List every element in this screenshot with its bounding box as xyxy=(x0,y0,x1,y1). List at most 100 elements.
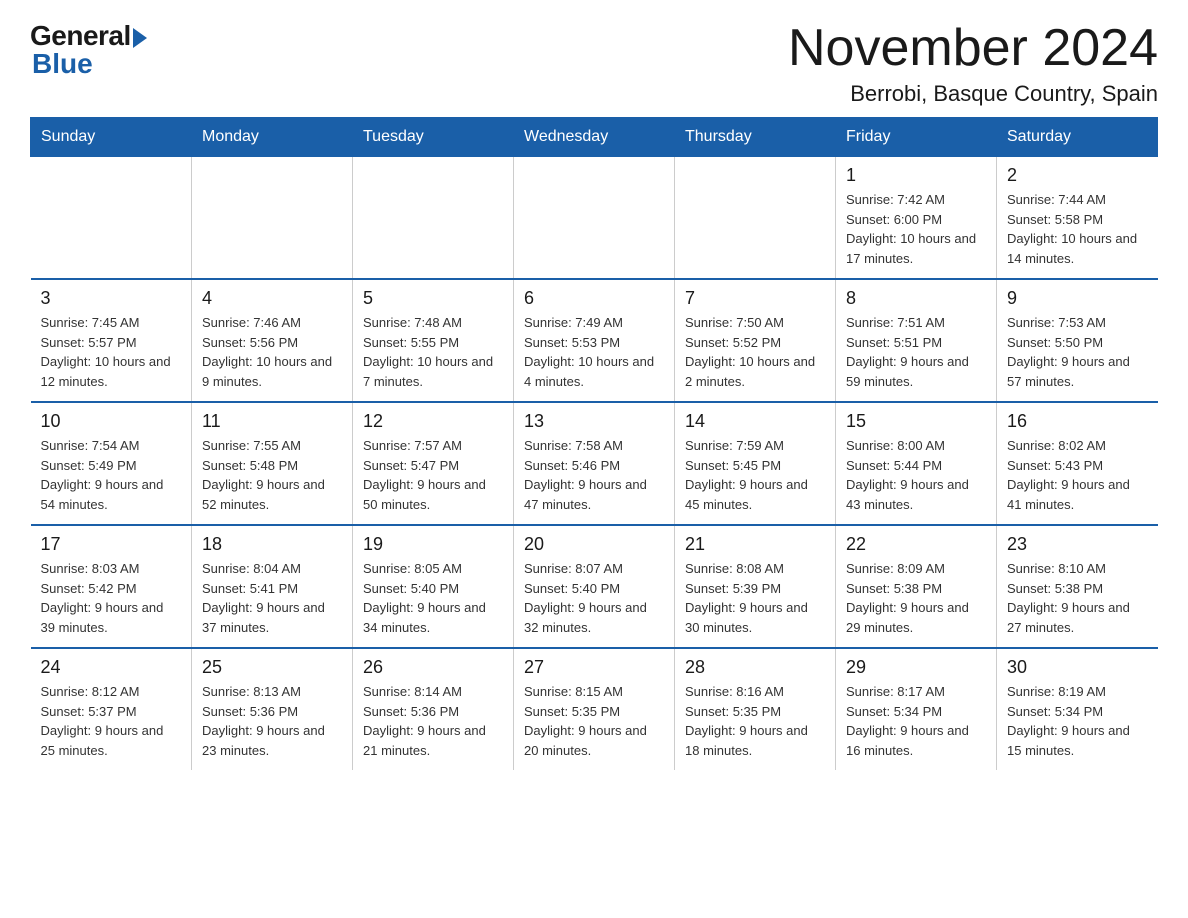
calendar-cell xyxy=(31,157,192,280)
day-info: Sunrise: 8:09 AMSunset: 5:38 PMDaylight:… xyxy=(846,559,986,637)
calendar-cell: 15 Sunrise: 8:00 AMSunset: 5:44 PMDayligh… xyxy=(836,402,997,525)
calendar-cell xyxy=(192,157,353,280)
day-number: 3 xyxy=(41,288,182,309)
calendar-week-row: 1 Sunrise: 7:42 AMSunset: 6:00 PMDaylight… xyxy=(31,157,1158,280)
calendar-cell: 2 Sunrise: 7:44 AMSunset: 5:58 PMDaylight… xyxy=(997,157,1158,280)
calendar-cell: 1 Sunrise: 7:42 AMSunset: 6:00 PMDaylight… xyxy=(836,157,997,280)
day-info: Sunrise: 7:55 AMSunset: 5:48 PMDaylight:… xyxy=(202,436,342,514)
day-number: 27 xyxy=(524,657,664,678)
calendar-week-row: 10Sunrise: 7:54 AMSunset: 5:49 PMDayligh… xyxy=(31,402,1158,525)
calendar-cell: 25 Sunrise: 8:13 AMSunset: 5:36 PMDayligh… xyxy=(192,648,353,770)
calendar-cell: 19 Sunrise: 8:05 AMSunset: 5:40 PMDayligh… xyxy=(353,525,514,648)
day-number: 7 xyxy=(685,288,825,309)
day-number: 19 xyxy=(363,534,503,555)
day-info: Sunrise: 7:51 AMSunset: 5:51 PMDaylight:… xyxy=(846,313,986,391)
calendar-cell: 24 Sunrise: 8:12 AMSunset: 5:37 PMDayligh… xyxy=(31,648,192,770)
calendar-title: November 2024 xyxy=(788,20,1158,77)
calendar-table: SundayMondayTuesdayWednesdayThursdayFrid… xyxy=(30,117,1158,770)
calendar-cell: 10Sunrise: 7:54 AMSunset: 5:49 PMDayligh… xyxy=(31,402,192,525)
calendar-cell xyxy=(353,157,514,280)
day-number: 22 xyxy=(846,534,986,555)
day-info: Sunrise: 8:13 AMSunset: 5:36 PMDaylight:… xyxy=(202,682,342,760)
day-info: Sunrise: 8:19 AMSunset: 5:34 PMDaylight:… xyxy=(1007,682,1148,760)
calendar-cell: 7 Sunrise: 7:50 AMSunset: 5:52 PMDaylight… xyxy=(675,279,836,402)
calendar-cell: 5Sunrise: 7:48 AMSunset: 5:55 PMDaylight… xyxy=(353,279,514,402)
day-number: 8 xyxy=(846,288,986,309)
calendar-cell: 6 Sunrise: 7:49 AMSunset: 5:53 PMDaylight… xyxy=(514,279,675,402)
day-of-week-header: Tuesday xyxy=(353,118,514,157)
day-number: 17 xyxy=(41,534,182,555)
day-info: Sunrise: 8:03 AMSunset: 5:42 PMDaylight:… xyxy=(41,559,182,637)
day-info: Sunrise: 7:58 AMSunset: 5:46 PMDaylight:… xyxy=(524,436,664,514)
logo-blue-text: Blue xyxy=(32,48,93,80)
day-info: Sunrise: 8:05 AMSunset: 5:40 PMDaylight:… xyxy=(363,559,503,637)
calendar-cell: 28 Sunrise: 8:16 AMSunset: 5:35 PMDayligh… xyxy=(675,648,836,770)
day-number: 14 xyxy=(685,411,825,432)
day-info: Sunrise: 8:17 AMSunset: 5:34 PMDaylight:… xyxy=(846,682,986,760)
day-info: Sunrise: 8:08 AMSunset: 5:39 PMDaylight:… xyxy=(685,559,825,637)
day-number: 30 xyxy=(1007,657,1148,678)
day-info: Sunrise: 7:44 AMSunset: 5:58 PMDaylight:… xyxy=(1007,190,1148,268)
day-number: 16 xyxy=(1007,411,1148,432)
day-info: Sunrise: 7:48 AMSunset: 5:55 PMDaylight:… xyxy=(363,313,503,391)
day-number: 24 xyxy=(41,657,182,678)
calendar-subtitle: Berrobi, Basque Country, Spain xyxy=(788,81,1158,107)
logo: General Blue xyxy=(30,20,147,80)
day-info: Sunrise: 8:04 AMSunset: 5:41 PMDaylight:… xyxy=(202,559,342,637)
day-info: Sunrise: 8:16 AMSunset: 5:35 PMDaylight:… xyxy=(685,682,825,760)
day-info: Sunrise: 7:57 AMSunset: 5:47 PMDaylight:… xyxy=(363,436,503,514)
day-number: 11 xyxy=(202,411,342,432)
calendar-cell: 29 Sunrise: 8:17 AMSunset: 5:34 PMDayligh… xyxy=(836,648,997,770)
day-info: Sunrise: 8:12 AMSunset: 5:37 PMDaylight:… xyxy=(41,682,182,760)
calendar-cell: 30 Sunrise: 8:19 AMSunset: 5:34 PMDayligh… xyxy=(997,648,1158,770)
day-info: Sunrise: 7:49 AMSunset: 5:53 PMDaylight:… xyxy=(524,313,664,391)
day-number: 25 xyxy=(202,657,342,678)
day-info: Sunrise: 7:45 AMSunset: 5:57 PMDaylight:… xyxy=(41,313,182,391)
calendar-cell: 23 Sunrise: 8:10 AMSunset: 5:38 PMDayligh… xyxy=(997,525,1158,648)
day-number: 28 xyxy=(685,657,825,678)
day-info: Sunrise: 7:54 AMSunset: 5:49 PMDaylight:… xyxy=(41,436,182,514)
day-number: 15 xyxy=(846,411,986,432)
day-number: 20 xyxy=(524,534,664,555)
page-header: General Blue November 2024 Berrobi, Basq… xyxy=(30,20,1158,107)
calendar-cell: 4 Sunrise: 7:46 AMSunset: 5:56 PMDaylight… xyxy=(192,279,353,402)
day-number: 13 xyxy=(524,411,664,432)
day-number: 6 xyxy=(524,288,664,309)
calendar-cell xyxy=(514,157,675,280)
calendar-cell: 18 Sunrise: 8:04 AMSunset: 5:41 PMDayligh… xyxy=(192,525,353,648)
calendar-cell: 27Sunrise: 8:15 AMSunset: 5:35 PMDayligh… xyxy=(514,648,675,770)
calendar-cell xyxy=(675,157,836,280)
calendar-cell: 22 Sunrise: 8:09 AMSunset: 5:38 PMDayligh… xyxy=(836,525,997,648)
day-info: Sunrise: 8:14 AMSunset: 5:36 PMDaylight:… xyxy=(363,682,503,760)
day-number: 29 xyxy=(846,657,986,678)
day-info: Sunrise: 8:02 AMSunset: 5:43 PMDaylight:… xyxy=(1007,436,1148,514)
day-info: Sunrise: 8:00 AMSunset: 5:44 PMDaylight:… xyxy=(846,436,986,514)
calendar-cell: 21 Sunrise: 8:08 AMSunset: 5:39 PMDayligh… xyxy=(675,525,836,648)
day-info: Sunrise: 7:46 AMSunset: 5:56 PMDaylight:… xyxy=(202,313,342,391)
calendar-cell: 20 Sunrise: 8:07 AMSunset: 5:40 PMDayligh… xyxy=(514,525,675,648)
day-info: Sunrise: 8:10 AMSunset: 5:38 PMDaylight:… xyxy=(1007,559,1148,637)
day-of-week-header: Wednesday xyxy=(514,118,675,157)
day-number: 21 xyxy=(685,534,825,555)
day-info: Sunrise: 8:07 AMSunset: 5:40 PMDaylight:… xyxy=(524,559,664,637)
day-number: 18 xyxy=(202,534,342,555)
day-number: 23 xyxy=(1007,534,1148,555)
calendar-week-row: 24 Sunrise: 8:12 AMSunset: 5:37 PMDayligh… xyxy=(31,648,1158,770)
calendar-cell: 3 Sunrise: 7:45 AMSunset: 5:57 PMDaylight… xyxy=(31,279,192,402)
day-info: Sunrise: 7:59 AMSunset: 5:45 PMDaylight:… xyxy=(685,436,825,514)
calendar-cell: 26Sunrise: 8:14 AMSunset: 5:36 PMDayligh… xyxy=(353,648,514,770)
logo-arrow-icon xyxy=(133,28,147,48)
calendar-title-block: November 2024 Berrobi, Basque Country, S… xyxy=(788,20,1158,107)
calendar-cell: 14 Sunrise: 7:59 AMSunset: 5:45 PMDayligh… xyxy=(675,402,836,525)
calendar-cell: 9Sunrise: 7:53 AMSunset: 5:50 PMDaylight… xyxy=(997,279,1158,402)
calendar-cell: 17 Sunrise: 8:03 AMSunset: 5:42 PMDayligh… xyxy=(31,525,192,648)
day-info: Sunrise: 7:50 AMSunset: 5:52 PMDaylight:… xyxy=(685,313,825,391)
day-number: 2 xyxy=(1007,165,1148,186)
calendar-cell: 16 Sunrise: 8:02 AMSunset: 5:43 PMDayligh… xyxy=(997,402,1158,525)
day-info: Sunrise: 7:42 AMSunset: 6:00 PMDaylight:… xyxy=(846,190,986,268)
day-of-week-header: Thursday xyxy=(675,118,836,157)
calendar-cell: 11 Sunrise: 7:55 AMSunset: 5:48 PMDayligh… xyxy=(192,402,353,525)
day-number: 1 xyxy=(846,165,986,186)
day-number: 4 xyxy=(202,288,342,309)
day-number: 9 xyxy=(1007,288,1148,309)
